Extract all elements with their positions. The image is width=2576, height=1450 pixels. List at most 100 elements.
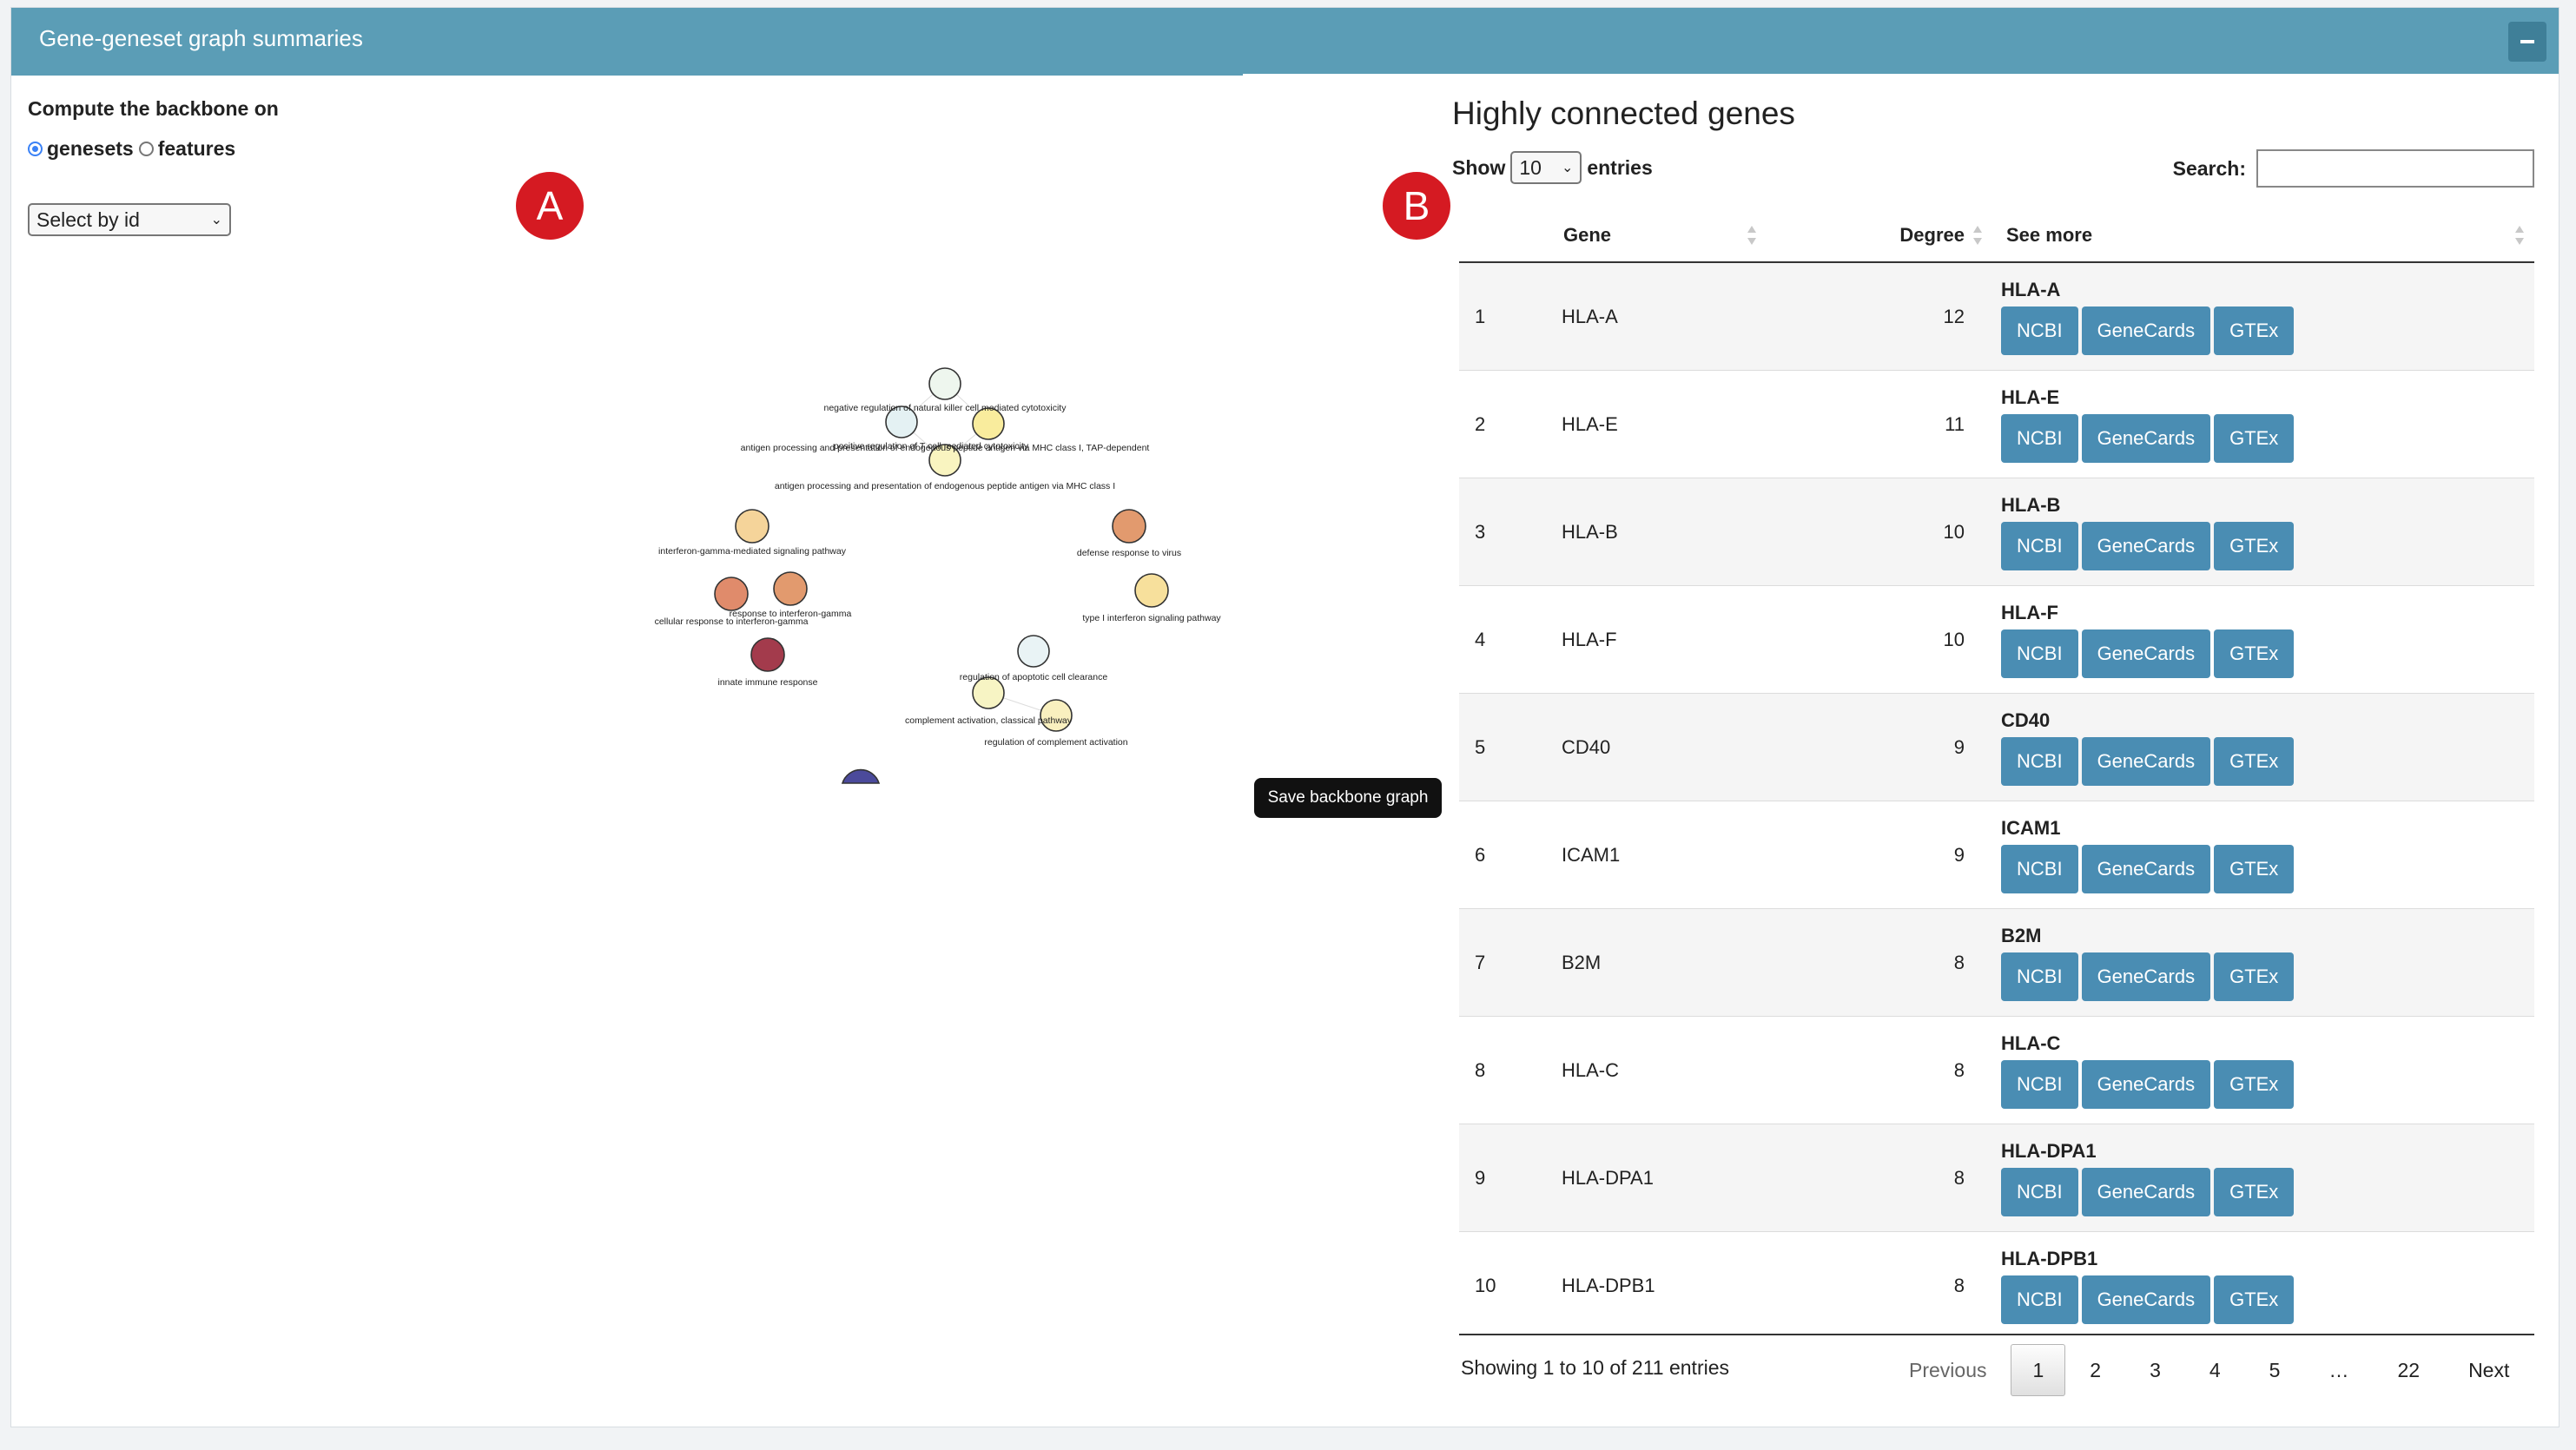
pagination-page[interactable]: 4 bbox=[2185, 1345, 2245, 1395]
row-gene: HLA-DPA1 bbox=[1562, 1124, 1767, 1232]
gtex-button[interactable]: GTEx bbox=[2214, 629, 2295, 678]
ncbi-button[interactable]: NCBI bbox=[2001, 629, 2078, 678]
genecards-button[interactable]: GeneCards bbox=[2081, 413, 2211, 463]
column-header-gene-label: Gene bbox=[1563, 223, 1612, 246]
graph-node[interactable] bbox=[735, 509, 769, 544]
graph-label: negative regulation of natural killer ce… bbox=[824, 403, 1067, 413]
genecards-button[interactable]: GeneCards bbox=[2081, 736, 2211, 786]
search-input[interactable] bbox=[2256, 149, 2534, 188]
row-see-more: CD40 NCBI GeneCards GTEx bbox=[1994, 693, 2534, 801]
genecards-button[interactable]: GeneCards bbox=[2081, 521, 2211, 570]
entries-select[interactable]: 10 ⌄ bbox=[1510, 151, 1582, 184]
radio-genesets[interactable]: genesets bbox=[28, 137, 134, 161]
row-index: 9 bbox=[1459, 1124, 1562, 1232]
chevron-down-icon: ⌄ bbox=[1561, 161, 1574, 175]
sort-icon[interactable] bbox=[2515, 226, 2524, 245]
graph-label: innate immune response bbox=[718, 677, 818, 688]
row-index: 2 bbox=[1459, 370, 1562, 478]
backbone-graph[interactable]: negative regulation of natural killer ce… bbox=[625, 347, 1251, 799]
genecards-button[interactable]: GeneCards bbox=[2081, 1275, 2211, 1324]
pagination-page[interactable]: 2 bbox=[2065, 1345, 2125, 1395]
search-label: Search: bbox=[2172, 156, 2246, 180]
see-more-gene: HLA-E bbox=[2001, 386, 2060, 408]
column-header-degree[interactable]: Degree bbox=[1767, 208, 1994, 263]
graph-node[interactable] bbox=[1134, 573, 1169, 608]
collapse-button[interactable] bbox=[2508, 22, 2546, 62]
pagination-previous[interactable]: Previous bbox=[1885, 1345, 2011, 1395]
row-see-more: ICAM1 NCBI GeneCards GTEx bbox=[1994, 801, 2534, 909]
see-more-gene: ICAM1 bbox=[2001, 816, 2061, 839]
row-index: 6 bbox=[1459, 801, 1562, 909]
sort-icon[interactable] bbox=[1973, 226, 1982, 245]
see-more-gene: HLA-A bbox=[2001, 278, 2061, 300]
row-index: 8 bbox=[1459, 1016, 1562, 1124]
graph-label: complement activation, classical pathway bbox=[905, 715, 1073, 726]
graph-node[interactable] bbox=[1112, 509, 1146, 544]
radio-checked-icon[interactable] bbox=[28, 142, 43, 156]
table-row: 2 HLA-E 11 HLA-E NCBI GeneCards GTEx bbox=[1459, 370, 2534, 478]
gtex-button[interactable]: GTEx bbox=[2214, 844, 2295, 893]
graph-node[interactable] bbox=[841, 768, 881, 784]
gtex-button[interactable]: GTEx bbox=[2214, 1059, 2295, 1109]
table-row: 7 B2M 8 B2M NCBI GeneCards GTEx bbox=[1459, 908, 2534, 1017]
ncbi-button[interactable]: NCBI bbox=[2001, 1059, 2078, 1109]
gtex-button[interactable]: GTEx bbox=[2214, 1167, 2295, 1216]
pagination-page[interactable]: 5 bbox=[2245, 1345, 2305, 1395]
ncbi-button[interactable]: NCBI bbox=[2001, 1275, 2078, 1324]
pagination-page[interactable]: 1 bbox=[2011, 1344, 2066, 1396]
graph-node[interactable] bbox=[1017, 635, 1050, 668]
genecards-button[interactable]: GeneCards bbox=[2081, 629, 2211, 678]
genecards-button[interactable]: GeneCards bbox=[2081, 1167, 2211, 1216]
pagination-page[interactable]: 22 bbox=[2373, 1345, 2444, 1395]
row-see-more: HLA-DPB1 NCBI GeneCards GTEx bbox=[1994, 1231, 2534, 1339]
save-backbone-graph-button[interactable]: Save backbone graph bbox=[1254, 778, 1442, 818]
see-more-gene: B2M bbox=[2001, 924, 2042, 946]
graph-node[interactable] bbox=[750, 637, 785, 672]
column-header-see-more[interactable]: See more bbox=[1994, 208, 2534, 263]
graph-label: cellular response to interferon-gamma bbox=[655, 616, 809, 627]
gtex-button[interactable]: GTEx bbox=[2214, 952, 2295, 1001]
graph-label: antigen processing and presentation of e… bbox=[741, 443, 1150, 453]
gtex-button[interactable]: GTEx bbox=[2214, 1275, 2295, 1324]
ncbi-button[interactable]: NCBI bbox=[2001, 306, 2078, 355]
gtex-button[interactable]: GTEx bbox=[2214, 413, 2295, 463]
table-row: 4 HLA-F 10 HLA-F NCBI GeneCards GTEx bbox=[1459, 585, 2534, 694]
row-degree: 8 bbox=[1767, 1231, 1994, 1339]
row-see-more: HLA-C NCBI GeneCards GTEx bbox=[1994, 1016, 2534, 1124]
see-more-gene: HLA-F bbox=[2001, 601, 2058, 623]
panel-title: Gene-geneset graph summaries bbox=[39, 25, 363, 51]
genes-table: Gene Degree See more 1 HLA-A 12 HLA-A NC… bbox=[1459, 208, 2534, 1339]
genecards-button[interactable]: GeneCards bbox=[2081, 306, 2211, 355]
gtex-button[interactable]: GTEx bbox=[2214, 306, 2295, 355]
graph-node[interactable] bbox=[928, 367, 961, 400]
see-more-gene: HLA-DPB1 bbox=[2001, 1247, 2098, 1269]
gtex-button[interactable]: GTEx bbox=[2214, 736, 2295, 786]
pagination-next[interactable]: Next bbox=[2444, 1345, 2533, 1395]
graph-label: regulation of apoptotic cell clearance bbox=[960, 672, 1108, 682]
ncbi-button[interactable]: NCBI bbox=[2001, 952, 2078, 1001]
radio-unchecked-icon[interactable] bbox=[138, 142, 154, 156]
genecards-button[interactable]: GeneCards bbox=[2081, 844, 2211, 893]
row-gene: HLA-F bbox=[1562, 585, 1767, 694]
genecards-button[interactable]: GeneCards bbox=[2081, 952, 2211, 1001]
pagination-page[interactable]: 3 bbox=[2125, 1345, 2185, 1395]
row-gene: HLA-DPB1 bbox=[1562, 1231, 1767, 1339]
graph-node[interactable] bbox=[773, 571, 808, 606]
radio-features[interactable]: features bbox=[138, 137, 235, 161]
graph-label: type I interferon signaling pathway bbox=[1082, 613, 1221, 623]
genecards-button[interactable]: GeneCards bbox=[2081, 1059, 2211, 1109]
graph-label: antigen processing and presentation of e… bbox=[775, 481, 1115, 491]
ncbi-button[interactable]: NCBI bbox=[2001, 1167, 2078, 1216]
column-header-gene[interactable]: Gene bbox=[1562, 208, 1767, 263]
ncbi-button[interactable]: NCBI bbox=[2001, 413, 2078, 463]
ncbi-button[interactable]: NCBI bbox=[2001, 736, 2078, 786]
ncbi-button[interactable]: NCBI bbox=[2001, 844, 2078, 893]
gtex-button[interactable]: GTEx bbox=[2214, 521, 2295, 570]
graph-node[interactable] bbox=[714, 577, 749, 611]
search-control: Search: bbox=[2173, 149, 2534, 188]
see-more-gene: HLA-DPA1 bbox=[2001, 1139, 2097, 1162]
pagination-ellipsis: … bbox=[2328, 1358, 2349, 1381]
select-by-id-dropdown[interactable]: Select by id ⌄ bbox=[28, 203, 231, 236]
sort-icon[interactable] bbox=[1747, 226, 1756, 245]
ncbi-button[interactable]: NCBI bbox=[2001, 521, 2078, 570]
